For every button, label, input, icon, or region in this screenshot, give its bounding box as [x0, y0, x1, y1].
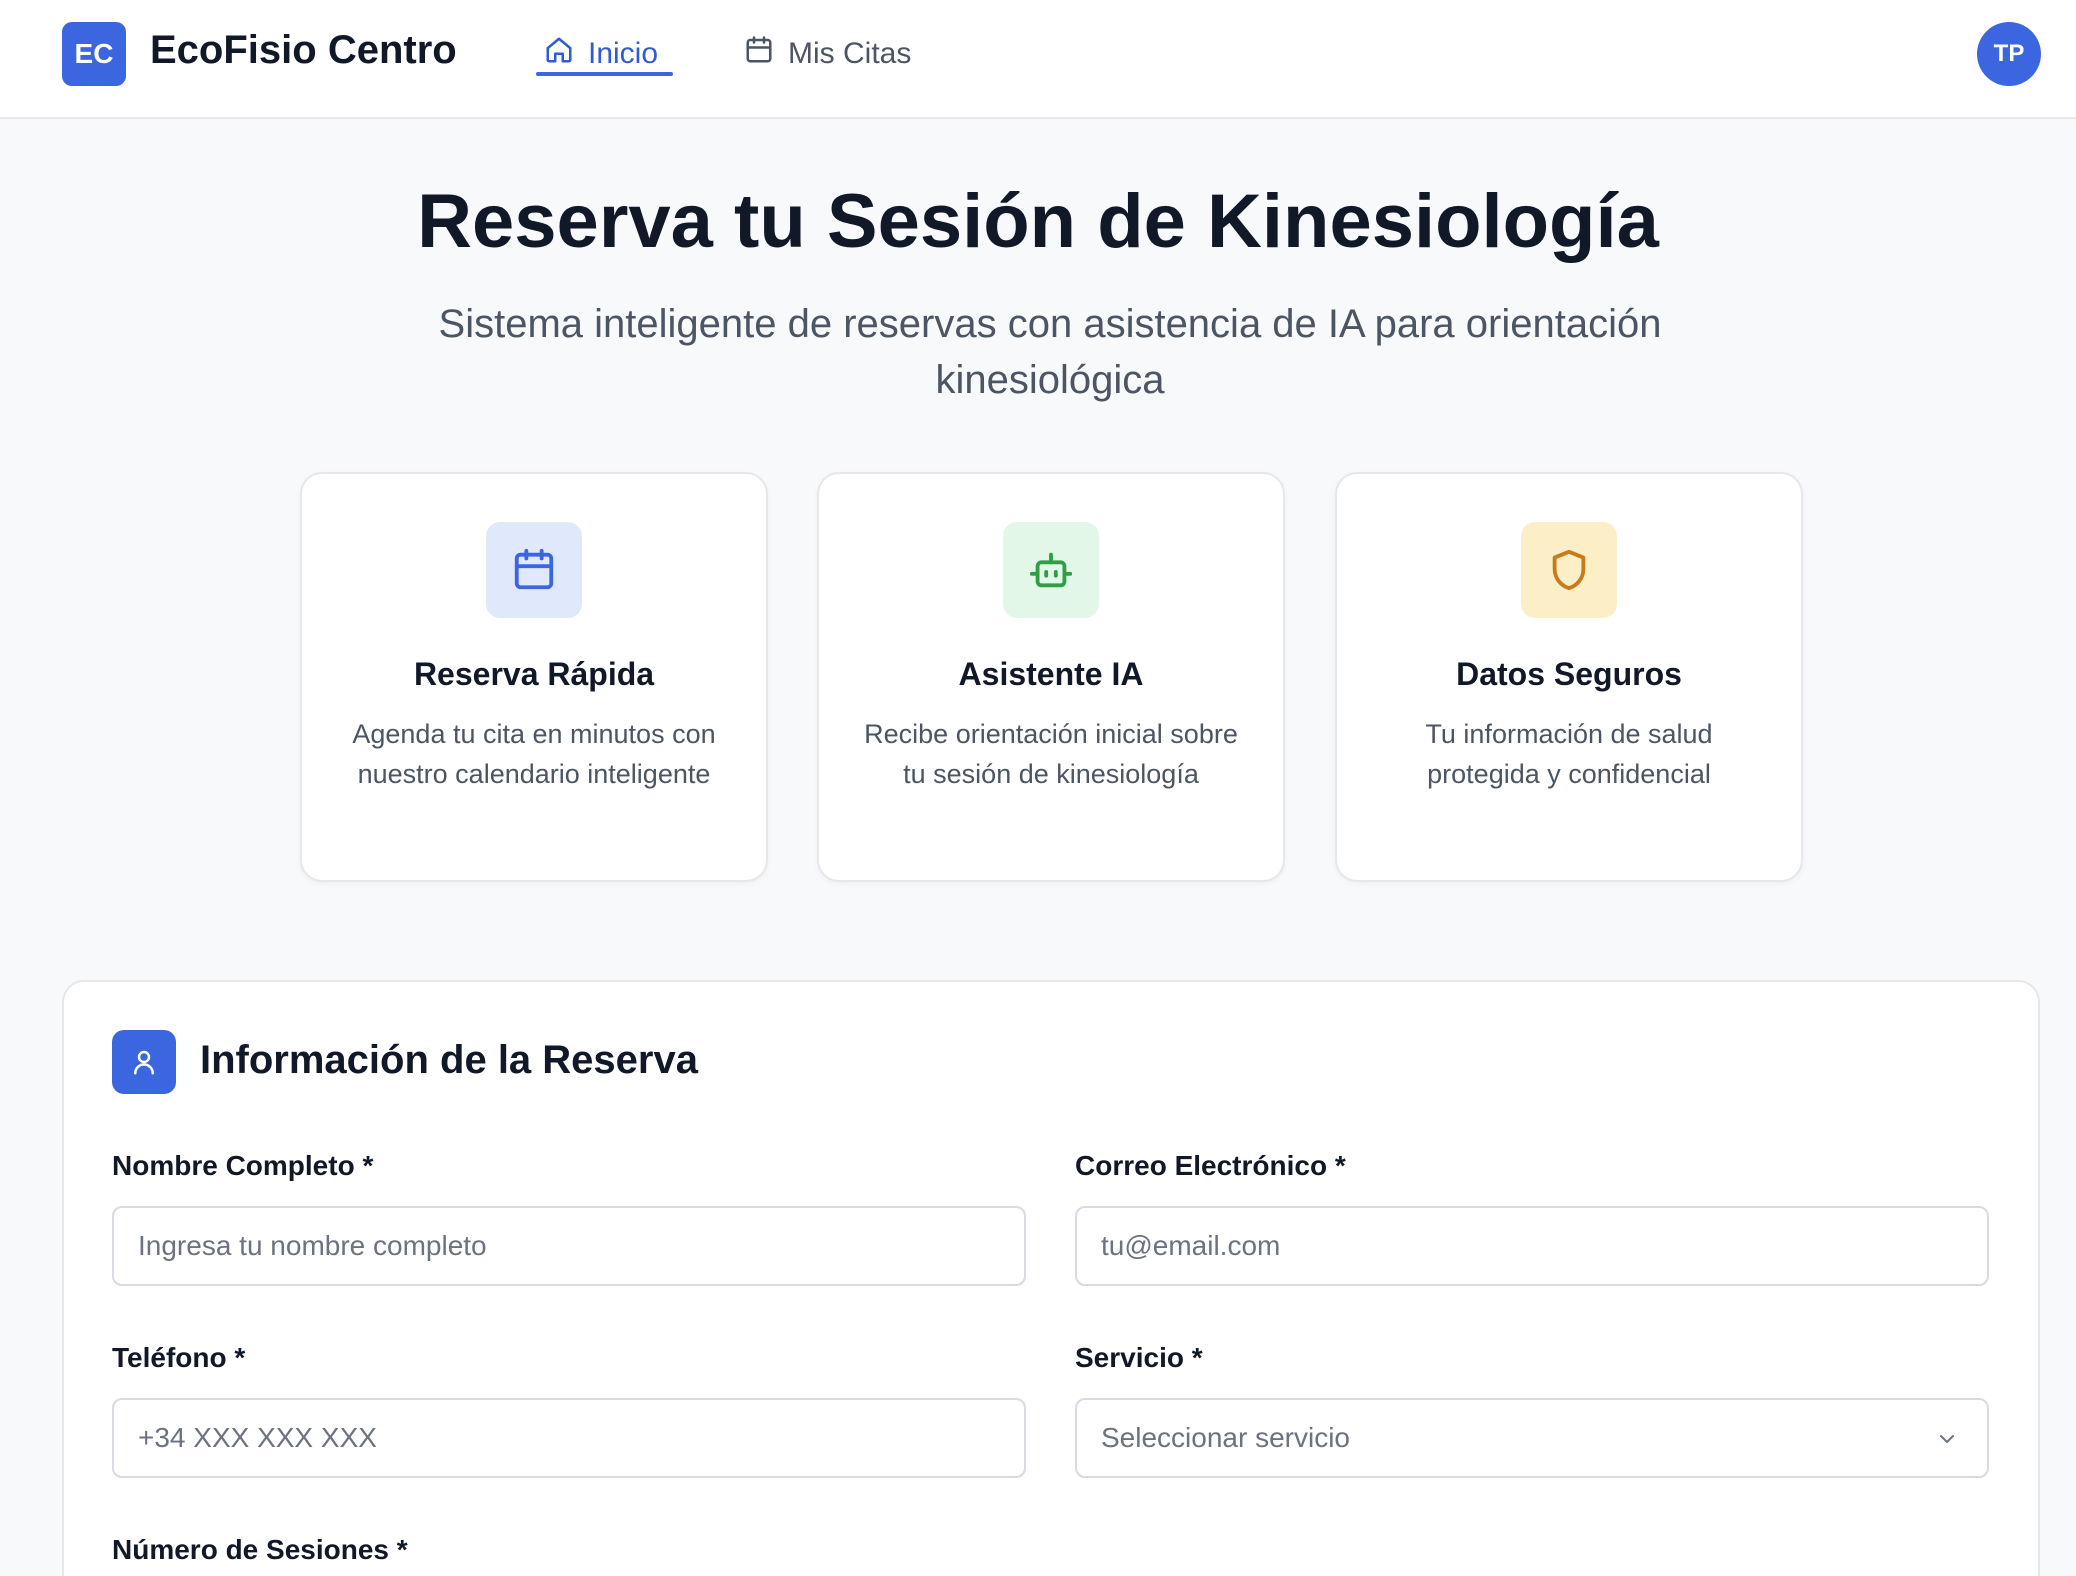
- calendar-icon: [744, 35, 774, 73]
- page-subtitle: Sistema inteligente de reservas con asis…: [438, 302, 1662, 402]
- page-title: Reserva tu Sesión de Kinesiología: [417, 179, 1659, 264]
- feature-card-datos-seguros: Datos Seguros Tu información de salud pr…: [1335, 472, 1803, 882]
- chevron-down-icon: [1935, 1426, 1959, 1458]
- user-avatar[interactable]: TP: [1977, 22, 2041, 86]
- feature-title: Asistente IA: [958, 656, 1144, 692]
- name-label: Nombre Completo *: [112, 1150, 374, 1181]
- email-input[interactable]: [1075, 1206, 1989, 1286]
- shield-icon: [1521, 522, 1617, 618]
- name-input[interactable]: [112, 1206, 1026, 1286]
- phone-label: Teléfono *: [112, 1342, 246, 1373]
- app-title[interactable]: EcoFisio Centro: [150, 28, 457, 73]
- sessions-label: Número de Sesiones *: [112, 1534, 408, 1565]
- logo-badge[interactable]: EC: [62, 22, 126, 86]
- email-label: Correo Electrónico *: [1075, 1150, 1346, 1181]
- nav-inicio-label: Inicio: [588, 37, 659, 70]
- calendar-icon: [486, 522, 582, 618]
- form-section-title: Información de la Reserva: [200, 1038, 698, 1082]
- active-tab-indicator: [536, 72, 673, 76]
- nav-mis-citas-label: Mis Citas: [788, 37, 912, 70]
- feature-description: Recibe orientación inicial sobre tu sesi…: [864, 719, 1238, 789]
- service-select-value: Seleccionar servicio: [1101, 1422, 1350, 1453]
- user-icon: [112, 1030, 176, 1094]
- service-select[interactable]: Seleccionar servicio: [1075, 1398, 1989, 1478]
- robot-icon: [1003, 522, 1099, 618]
- nav-mis-citas[interactable]: Mis Citas: [744, 30, 911, 78]
- booking-form-panel: Información de la Reserva Nombre Complet…: [62, 980, 2040, 1576]
- feature-card-asistente-ia: Asistente IA Recibe orientación inicial …: [817, 472, 1285, 882]
- feature-title: Reserva Rápida: [413, 656, 655, 692]
- feature-description: Agenda tu cita en minutos con nuestro ca…: [352, 719, 716, 789]
- home-icon: [544, 35, 574, 73]
- feature-title: Datos Seguros: [1456, 656, 1682, 692]
- top-navbar: EC EcoFisio Centro Inicio Mis Citas TP: [0, 0, 2076, 119]
- service-label: Servicio *: [1075, 1342, 1203, 1373]
- phone-input[interactable]: [112, 1398, 1026, 1478]
- feature-card-reserva-rapida: Reserva Rápida Agenda tu cita en minutos…: [300, 472, 768, 882]
- nav-inicio[interactable]: Inicio: [544, 30, 658, 78]
- feature-description: Tu información de salud protegida y conf…: [1425, 719, 1713, 789]
